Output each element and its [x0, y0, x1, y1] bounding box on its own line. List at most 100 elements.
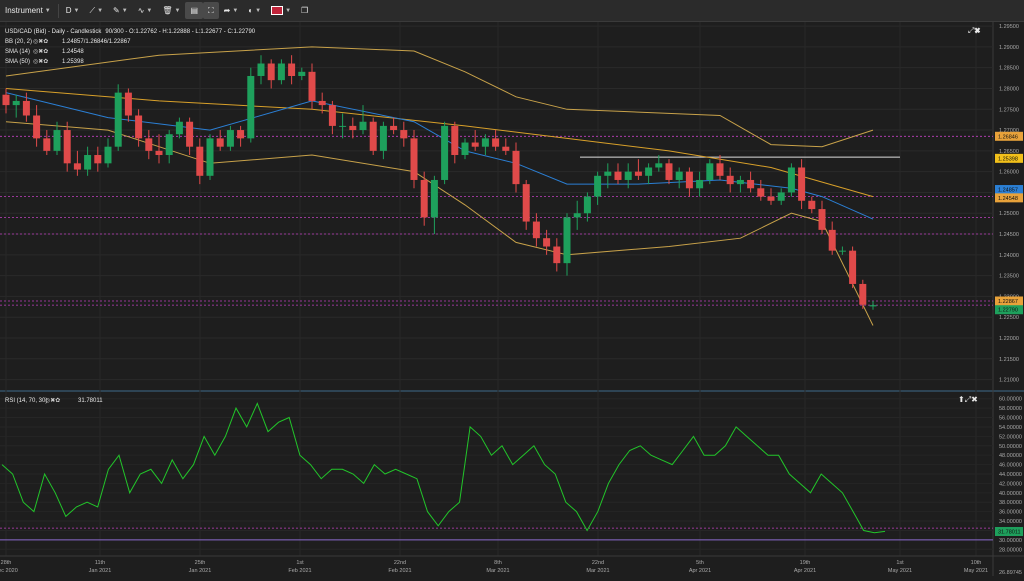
- candle-body[interactable]: [175, 121, 183, 135]
- candle-body[interactable]: [798, 167, 806, 201]
- language-button[interactable]: ▼: [266, 2, 296, 19]
- candle-body[interactable]: [155, 150, 163, 156]
- candle-body[interactable]: [614, 171, 622, 180]
- candle-body[interactable]: [237, 130, 245, 139]
- candle-body[interactable]: [665, 163, 673, 180]
- candle-body[interactable]: [716, 163, 724, 176]
- curve-tool-button[interactable]: ∿ ▼: [133, 2, 158, 19]
- candle-body[interactable]: [196, 146, 204, 176]
- candle-body[interactable]: [2, 94, 10, 106]
- candle-body[interactable]: [553, 246, 561, 264]
- candle-body[interactable]: [828, 229, 836, 251]
- candle-body[interactable]: [369, 121, 377, 151]
- candle-body[interactable]: [522, 184, 530, 222]
- candle-body[interactable]: [787, 167, 795, 193]
- candle-body[interactable]: [114, 92, 122, 147]
- candle-body[interactable]: [481, 138, 489, 147]
- candle-body[interactable]: [594, 175, 602, 197]
- candle-body[interactable]: [349, 125, 357, 131]
- candle-body[interactable]: [277, 63, 285, 81]
- candle-body[interactable]: [43, 138, 51, 151]
- candle-body[interactable]: [808, 200, 816, 210]
- candle-body[interactable]: [22, 100, 30, 116]
- candle-body[interactable]: [604, 171, 612, 176]
- candle-body[interactable]: [216, 138, 224, 147]
- theme-button[interactable]: ◐ ▼: [243, 2, 266, 19]
- candle-body[interactable]: [543, 238, 551, 247]
- candle-body[interactable]: [777, 192, 785, 201]
- candle-body[interactable]: [706, 163, 714, 180]
- legend-sma14-controls[interactable]: ◎✖✿: [33, 48, 48, 55]
- legend-sma14[interactable]: SMA (14) ◎✖✿ 1.24548: [5, 48, 84, 55]
- candle-body[interactable]: [767, 196, 775, 201]
- candle-body[interactable]: [410, 138, 418, 180]
- candle-body[interactable]: [420, 179, 428, 218]
- candle-body[interactable]: [430, 179, 438, 218]
- pen-tool-button[interactable]: ✎ ▼: [108, 2, 133, 19]
- legend-bb[interactable]: BB (20, 2) ◎✖✿ 1.24857/1.26846/1.22867: [5, 38, 131, 45]
- candle-body[interactable]: [84, 155, 92, 170]
- candle-body[interactable]: [339, 125, 347, 127]
- candle-body[interactable]: [63, 130, 71, 164]
- layout-button[interactable]: ▤: [185, 2, 204, 19]
- candle-body[interactable]: [645, 167, 653, 176]
- candle-body[interactable]: [563, 217, 571, 264]
- candle-body[interactable]: [696, 179, 704, 189]
- candle-body[interactable]: [675, 171, 683, 180]
- candle-body[interactable]: [624, 171, 632, 180]
- timeframe-dropdown[interactable]: D ▼: [61, 2, 85, 19]
- candle-body[interactable]: [165, 134, 173, 156]
- price-chart-svg[interactable]: 1.295001.290001.285001.280001.275001.270…: [0, 22, 1024, 576]
- legend-bb-controls[interactable]: ◎✖✿: [33, 38, 48, 45]
- candle-body[interactable]: [838, 250, 846, 252]
- candle-body[interactable]: [583, 196, 591, 214]
- candle-body[interactable]: [451, 125, 459, 156]
- candle-body[interactable]: [226, 130, 234, 147]
- candle-body[interactable]: [288, 63, 296, 76]
- expand-icon[interactable]: ⤢✖: [967, 26, 981, 35]
- candle-body[interactable]: [634, 171, 642, 176]
- rsi-panel-controls-icon[interactable]: ⬆⤢✖: [958, 395, 978, 404]
- candle-body[interactable]: [206, 138, 214, 176]
- instrument-dropdown[interactable]: Instrument ▼: [0, 2, 56, 19]
- candle-body[interactable]: [308, 71, 316, 101]
- legend-rsi-controls[interactable]: ◎✖✿: [45, 397, 60, 404]
- candle-body[interactable]: [359, 121, 367, 131]
- chart-area[interactable]: 1.29500 1.29000 1.28500 1.28000 1.27500 1.270…: [0, 22, 1024, 576]
- candle-body[interactable]: [328, 105, 336, 126]
- candle-body[interactable]: [124, 92, 132, 116]
- fullscreen-button[interactable]: ⛶: [203, 2, 219, 19]
- candle-body[interactable]: [33, 115, 41, 139]
- candle-body[interactable]: [471, 142, 479, 147]
- delete-button[interactable]: 🗑 ▼: [157, 2, 185, 19]
- popout-button[interactable]: ❐: [296, 2, 313, 19]
- candle-body[interactable]: [390, 125, 398, 131]
- candle-body[interactable]: [757, 188, 765, 197]
- candle-body[interactable]: [532, 221, 540, 239]
- legend-rsi[interactable]: RSI (14, 70, 30) ◎✖✿ 31.78011: [5, 397, 103, 404]
- candle-body[interactable]: [135, 115, 143, 139]
- candle-body[interactable]: [512, 150, 520, 185]
- share-button[interactable]: ➦ ▼: [219, 2, 244, 19]
- candle-body[interactable]: [726, 175, 734, 185]
- candle-body[interactable]: [849, 250, 857, 284]
- candle-body[interactable]: [298, 71, 306, 76]
- candle-body[interactable]: [818, 209, 826, 230]
- candle-body[interactable]: [747, 179, 755, 189]
- candle-body[interactable]: [53, 130, 61, 151]
- candle-body[interactable]: [441, 125, 449, 180]
- legend-sma50[interactable]: SMA (50) ◎✖✿ 1.25398: [5, 58, 84, 65]
- candle-body[interactable]: [685, 171, 693, 189]
- legend-sma50-controls[interactable]: ◎✖✿: [33, 58, 48, 65]
- candle-body[interactable]: [461, 142, 469, 156]
- candle-body[interactable]: [247, 75, 255, 139]
- candle-body[interactable]: [379, 125, 387, 151]
- candle-body[interactable]: [400, 130, 408, 139]
- candle-body[interactable]: [736, 179, 744, 185]
- candle-body[interactable]: [502, 146, 510, 151]
- candle-body[interactable]: [94, 155, 102, 164]
- candle-body[interactable]: [257, 63, 265, 76]
- candle-body[interactable]: [267, 63, 275, 81]
- candle-body[interactable]: [869, 305, 877, 307]
- candle-body[interactable]: [145, 138, 153, 151]
